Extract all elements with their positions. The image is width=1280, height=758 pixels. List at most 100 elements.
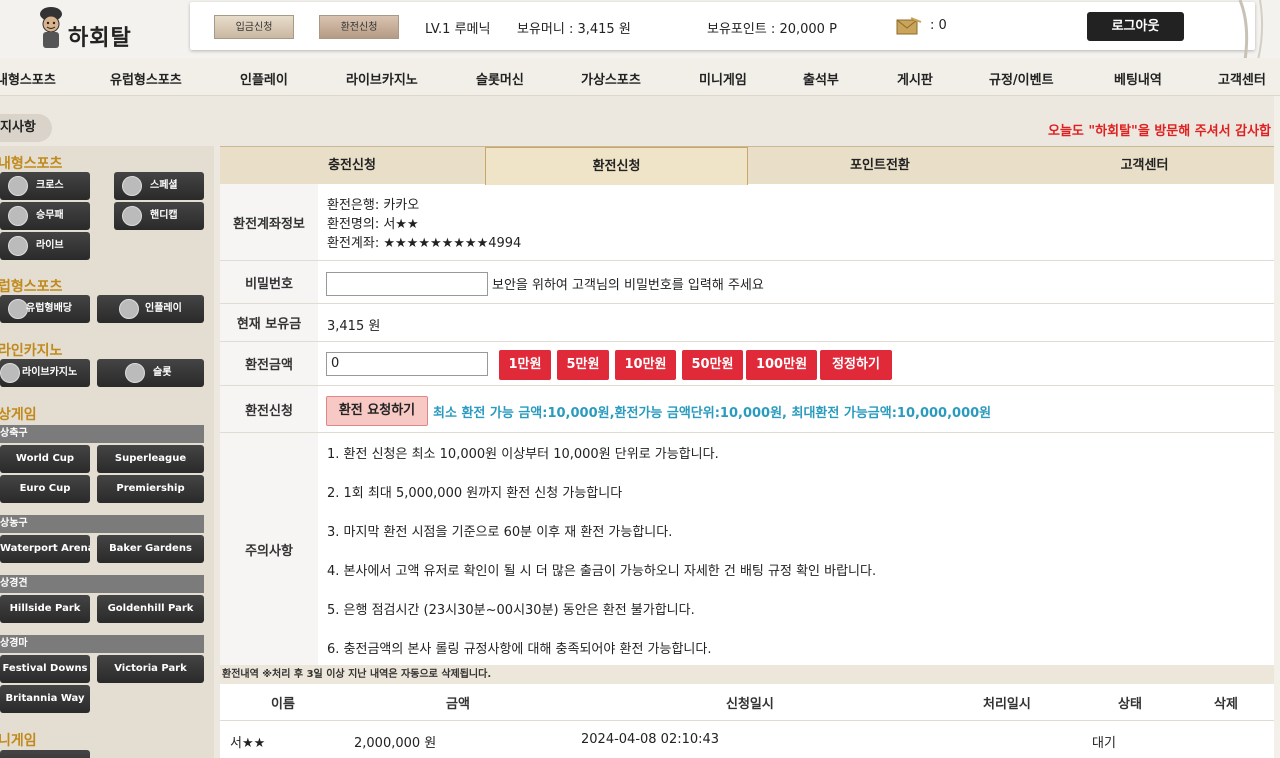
nav-customer-center[interactable]: 고객센터 [1218,69,1266,88]
tab-withdraw[interactable]: 환전신청 [485,147,748,185]
nav-rules-events[interactable]: 규정/이벤트 [989,69,1054,88]
user-info-bar: 입금신청 환전신청 LV.1 루메닉 보유머니 : 3,415 원 보유포인트 … [190,2,1255,50]
sidebar-slot-button[interactable]: 슬롯 [97,359,204,387]
sidebar-baker-button[interactable]: Baker Gardens [97,535,204,563]
sidebar-section-virtual: 상게임 [0,407,37,423]
withdraw-panel: 충전신청 환전신청 포인트전환 고객센터 환전계좌정보 환전은행: 카카오 환전… [220,146,1277,758]
sidebar-hillside-button[interactable]: Hillside Park [0,595,90,623]
point-balance: 보유포인트 : 20,000 P [707,22,837,37]
logo[interactable]: 하회탈 [26,4,146,54]
trophy-icon [122,176,142,196]
reset-amount-button[interactable]: 정정하기 [820,350,892,380]
sidebar-worldcup-button[interactable]: World Cup [0,445,90,473]
mail-icon[interactable] [896,17,922,35]
add-50k-button[interactable]: 5만원 [557,350,609,380]
sidebar-minigame-button[interactable] [0,750,90,758]
sidebar-goldenhill-button[interactable]: Goldenhill Park [97,595,204,623]
withdraw-limits-info: 최소 환전 가능 금액:10,000원,환전가능 금액단위:10,000원, 최… [433,406,992,421]
sidebar-britannia-button[interactable]: Britannia Way [0,685,90,713]
add-100k-button[interactable]: 10만원 [615,350,676,380]
password-input[interactable] [326,272,488,296]
sidebar-inplay-button[interactable]: 인플레이 [97,295,204,323]
history-col-status: 상태 [1118,697,1142,712]
sidebar-handicap-button[interactable]: 핸디캡 [114,202,204,230]
sidebar-eurocup-button[interactable]: Euro Cup [0,475,90,503]
sidebar-winlose-button[interactable]: 승무패 [0,202,90,230]
sidebar-section-minigame: 니게임 [0,733,37,749]
balance-label: 현재 보유금 [220,304,318,341]
logout-button[interactable]: 로그아웃 [1087,12,1184,41]
history-header: 환전내역 ※처리 후 3일 이상 지난 내역은 자동으로 삭제됩니다. [220,665,1277,684]
sidebar-festival-button[interactable]: Festival Downs [0,655,90,683]
sidebar-victoria-button[interactable]: Victoria Park [97,655,204,683]
live-icon [8,236,28,256]
sidebar-cross-button[interactable]: 크로스 [0,172,90,200]
sidebar-sub-basketball: 상농구 [0,515,204,533]
sidebar-section-casino: 라인카지노 [0,343,63,359]
tab-deposit[interactable]: 충전신청 [220,147,484,185]
withdraw-request-submit-button[interactable]: 환전 요청하기 [326,396,428,426]
withdraw-request-button[interactable]: 환전신청 [319,15,399,39]
notes-label: 주의사항 [220,433,318,665]
history-status: 대기 [1092,736,1116,751]
nav-virtual-sports[interactable]: 가상스포츠 [581,69,641,88]
nav-attendance[interactable]: 출석부 [803,69,839,88]
note-item: 1. 환전 신청은 최소 10,000원 이상부터 10,000원 단위로 가능… [327,447,719,462]
history-col-requested: 신청일시 [726,697,774,712]
logo-text: 하회탈 [68,25,132,51]
sidebar-live-button[interactable]: 라이브 [0,232,90,260]
nav-slot-machine[interactable]: 슬롯머신 [476,69,524,88]
sidebar-euro-dividend-button[interactable]: 유럽형배당 [0,295,90,323]
sidebar-live-casino-button[interactable]: 라이브카지노 [0,359,90,387]
deposit-request-button[interactable]: 입금신청 [214,15,294,39]
amount-input[interactable]: 0 [326,352,488,376]
history-amount: 2,000,000 원 [354,736,437,751]
notes-row: 주의사항 1. 환전 신청은 최소 10,000원 이상부터 10,000원 단… [220,433,1277,665]
nav-european-sports[interactable]: 유럽형스포츠 [110,69,182,88]
inplay-icon [119,299,139,319]
bamboo-decoration-icon [1238,0,1264,60]
tab-bar: 충전신청 환전신청 포인트전환 고객센터 [220,146,1277,185]
add-1m-button[interactable]: 100만원 [746,350,817,380]
money-balance: 보유머니 : 3,415 원 [517,22,631,37]
nav-live-casino[interactable]: 라이브카지노 [346,69,418,88]
history-name: 서★★ [230,736,266,751]
handicap-icon [122,206,142,226]
sidebar-superleague-button[interactable]: Superleague [97,445,204,473]
right-edge-decoration [1274,96,1280,758]
notice-label[interactable]: 지사항 [0,114,52,142]
winlose-icon [8,206,28,226]
balance-row: 현재 보유금 3,415 원 [220,304,1277,342]
nav-board[interactable]: 게시판 [897,69,933,88]
sidebar-waterport-button[interactable]: Waterport Arena [0,535,90,563]
main-nav: 내형스포츠 유럽형스포츠 인플레이 라이브카지노 슬롯머신 가상스포츠 미니게임… [0,58,1280,96]
history-col-processed: 처리일시 [983,697,1031,712]
add-10k-button[interactable]: 1만원 [499,350,551,380]
tab-customer-center[interactable]: 고객센터 [1012,147,1277,185]
account-info-label: 환전계좌정보 [220,184,318,260]
chef-mascot-icon [40,7,62,48]
amount-row: 환전금액 0 1만원 5만원 10만원 50만원 100만원 정정하기 [220,342,1277,386]
note-item: 2. 1회 최대 5,000,000 원까지 환전 신청 가능합니다 [327,486,623,501]
nav-domestic-sports[interactable]: 내형스포츠 [0,69,56,88]
header: 하회탈 입금신청 환전신청 LV.1 루메닉 보유머니 : 3,415 원 보유… [0,0,1280,60]
euro-dividend-icon [8,299,28,319]
nav-mini-game[interactable]: 미니게임 [699,69,747,88]
sidebar: 내형스포츠 크로스 스페셜 승무패 핸디캡 라이브 럽형스포츠 유럽형배당 인플… [0,146,214,758]
nav-betting-history[interactable]: 베팅내역 [1114,69,1162,88]
slot-777-icon [125,363,145,383]
tab-point-convert[interactable]: 포인트전환 [748,147,1012,185]
sidebar-section-domestic: 내형스포츠 [0,156,63,172]
amount-label: 환전금액 [220,342,318,385]
account-number: 환전계좌: ★★★★★★★★★4994 [327,236,522,251]
casino-icon [0,363,20,383]
sidebar-premiership-button[interactable]: Premiership [97,475,204,503]
sidebar-special-button[interactable]: 스페셜 [114,172,204,200]
password-hint: 보안을 위하여 고객님의 비밀번호를 입력해 주세요 [492,278,764,293]
cross-icon [8,176,28,196]
notice-marquee: 오늘도 "하회탈"을 방문해 주셔서 감사합 [1048,124,1272,139]
add-500k-button[interactable]: 50만원 [682,350,743,380]
nav-inplay[interactable]: 인플레이 [240,69,288,88]
request-row: 환전신청 환전 요청하기 최소 환전 가능 금액:10,000원,환전가능 금액… [220,386,1277,433]
history-divider [220,720,1277,721]
